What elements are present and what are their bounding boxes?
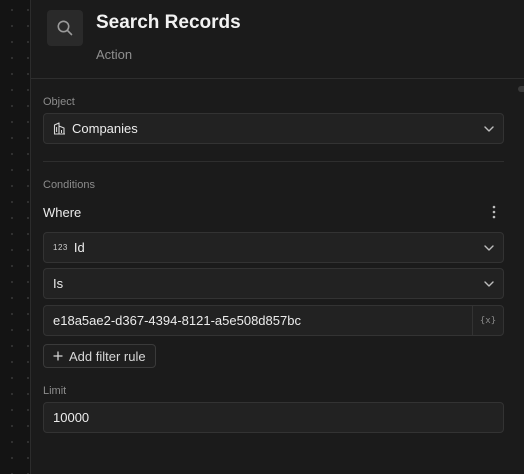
filter-field-select[interactable]: 123 Id — [43, 232, 504, 263]
limit-value[interactable]: 10000 — [53, 410, 503, 425]
chevron-down-icon — [475, 280, 503, 287]
more-options-icon[interactable] — [484, 202, 504, 222]
limit-label: Limit — [43, 385, 67, 397]
search-icon — [47, 10, 83, 46]
page-title[interactable]: Search Records — [96, 12, 241, 34]
number-type-icon: 123 — [53, 243, 68, 252]
section-divider — [43, 161, 504, 162]
filter-value-text[interactable]: e18a5ae2-d367-4394-8121-a5e508d857bc — [53, 313, 472, 328]
add-filter-rule-button[interactable]: Add filter rule — [43, 344, 156, 368]
building-icon — [53, 122, 66, 135]
insert-variable-icon[interactable]: {x} — [472, 306, 503, 335]
conditions-label: Conditions — [43, 179, 95, 191]
limit-input[interactable]: 10000 — [43, 402, 504, 433]
filter-value-input[interactable]: e18a5ae2-d367-4394-8121-a5e508d857bc {x} — [43, 305, 504, 336]
add-filter-rule-label: Add filter rule — [69, 348, 146, 364]
step-type-label: Action — [96, 47, 133, 62]
chevron-down-icon — [475, 244, 503, 251]
filter-operator-select[interactable]: Is — [43, 268, 504, 299]
object-label: Object — [43, 96, 75, 108]
where-label: Where — [43, 204, 82, 220]
filter-operator-value: Is — [53, 276, 64, 291]
object-select-value: Companies — [72, 121, 138, 136]
workflow-canvas-edge — [0, 0, 30, 474]
where-row: Where — [43, 202, 504, 222]
panel-header: Search Records Action — [31, 0, 524, 79]
chevron-down-icon — [475, 125, 503, 132]
step-settings-panel: Search Records Action Object Companies C… — [30, 0, 524, 474]
panel-resize-handle[interactable] — [518, 86, 524, 92]
plus-icon — [53, 351, 63, 361]
filter-field-value: Id — [73, 240, 85, 255]
object-select[interactable]: Companies — [43, 113, 504, 144]
